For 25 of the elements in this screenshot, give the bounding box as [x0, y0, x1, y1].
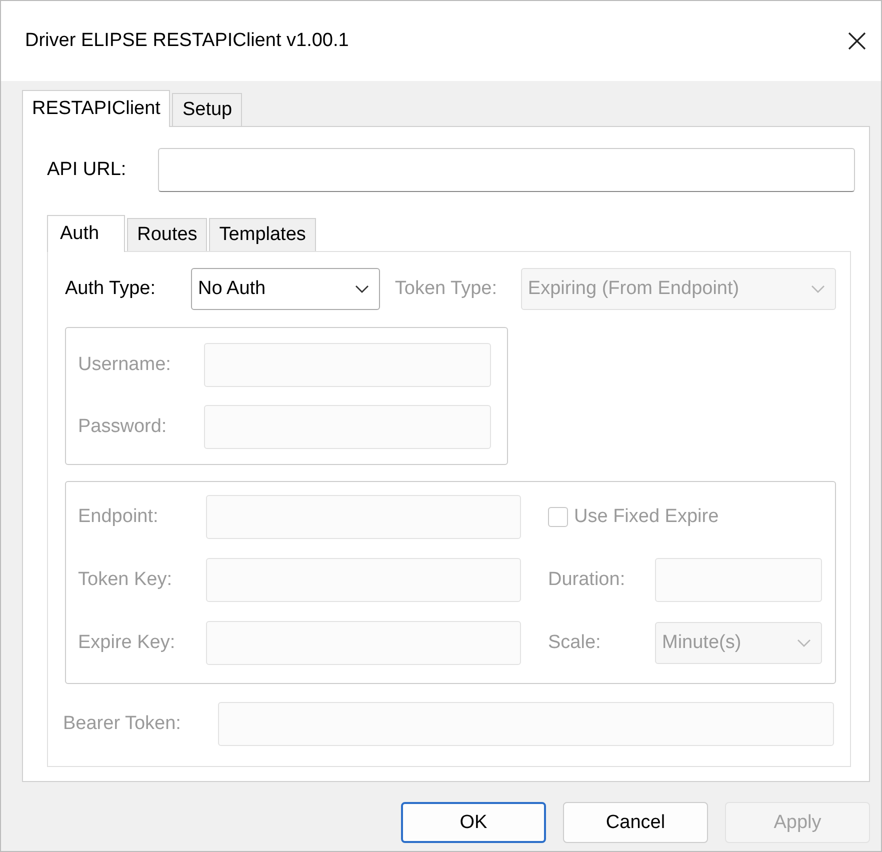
tab[interactable]: RESTAPIClient [22, 90, 170, 127]
field-label: Token Type: [394, 278, 498, 300]
dialog-button[interactable]: OK [401, 802, 546, 843]
tab[interactable]: Routes [127, 218, 208, 251]
window-title: Driver ELIPSE RESTAPIClient v1.00.1 [25, 30, 349, 52]
field-label: API URL: [47, 159, 128, 181]
tab[interactable]: Auth [47, 215, 126, 252]
tab[interactable]: Setup [172, 93, 242, 126]
field-label: Endpoint: [78, 506, 160, 528]
chevron-icon [354, 285, 369, 293]
field-label: Auth Type: [65, 278, 156, 300]
chevron-icon [811, 285, 825, 293]
input-field[interactable] [158, 148, 855, 192]
field-label: Duration: [548, 569, 626, 591]
field-label: Scale: [548, 632, 602, 654]
field-label: Password: [78, 416, 168, 438]
field-label: Token Key: [78, 569, 173, 591]
close-icon[interactable] [847, 31, 867, 51]
dropdown[interactable]: No Auth [191, 268, 380, 310]
field-label: Expire Key: [78, 632, 176, 654]
field-label: Username: [78, 354, 172, 376]
field-label: Bearer Token: [63, 713, 182, 735]
chevron-icon [797, 639, 811, 647]
dialog-button[interactable]: Cancel [563, 802, 708, 843]
tab[interactable]: Templates [209, 218, 316, 251]
